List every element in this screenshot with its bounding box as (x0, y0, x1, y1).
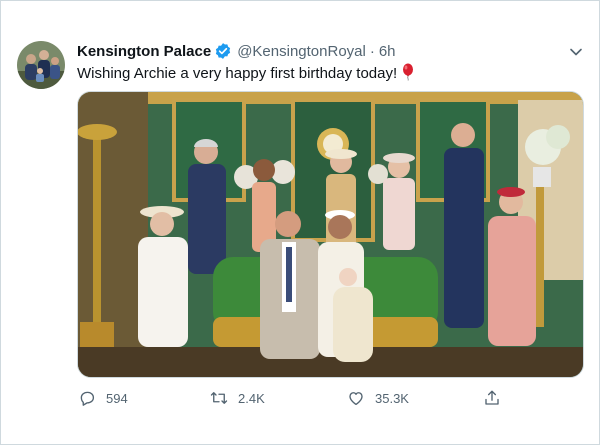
tweet-header: Kensington Palace @KensingtonRoyal · 6h (77, 41, 396, 61)
share-button[interactable] (482, 387, 502, 409)
tweet-body: Wishing Archie a very happy first birthd… (77, 65, 398, 82)
header-separator: · (369, 42, 375, 60)
balloon-icon (401, 63, 415, 87)
retweet-count: 2.4K (238, 390, 265, 406)
chevron-down-icon[interactable] (567, 43, 585, 61)
reply-count: 594 (106, 390, 128, 406)
tweet-photo[interactable] (77, 91, 584, 378)
tweet-actions: 594 2.4K 35.3K (77, 387, 507, 409)
tweet-card[interactable]: Kensington Palace @KensingtonRoyal · 6h … (0, 0, 600, 445)
like-button[interactable]: 35.3K (346, 387, 409, 409)
author-name[interactable]: Kensington Palace (77, 43, 211, 60)
heart-icon (346, 388, 366, 408)
verified-badge-icon (214, 42, 232, 60)
retweet-button[interactable]: 2.4K (209, 387, 265, 409)
avatar[interactable] (17, 41, 65, 89)
author-handle[interactable]: @KensingtonRoyal (237, 43, 366, 60)
share-icon (482, 388, 502, 408)
tweet-timestamp[interactable]: 6h (379, 43, 396, 60)
tweet-text: Wishing Archie a very happy first birthd… (77, 63, 415, 87)
reply-icon (77, 388, 97, 408)
like-count: 35.3K (375, 390, 409, 406)
reply-button[interactable]: 594 (77, 387, 128, 409)
retweet-icon (209, 388, 229, 408)
